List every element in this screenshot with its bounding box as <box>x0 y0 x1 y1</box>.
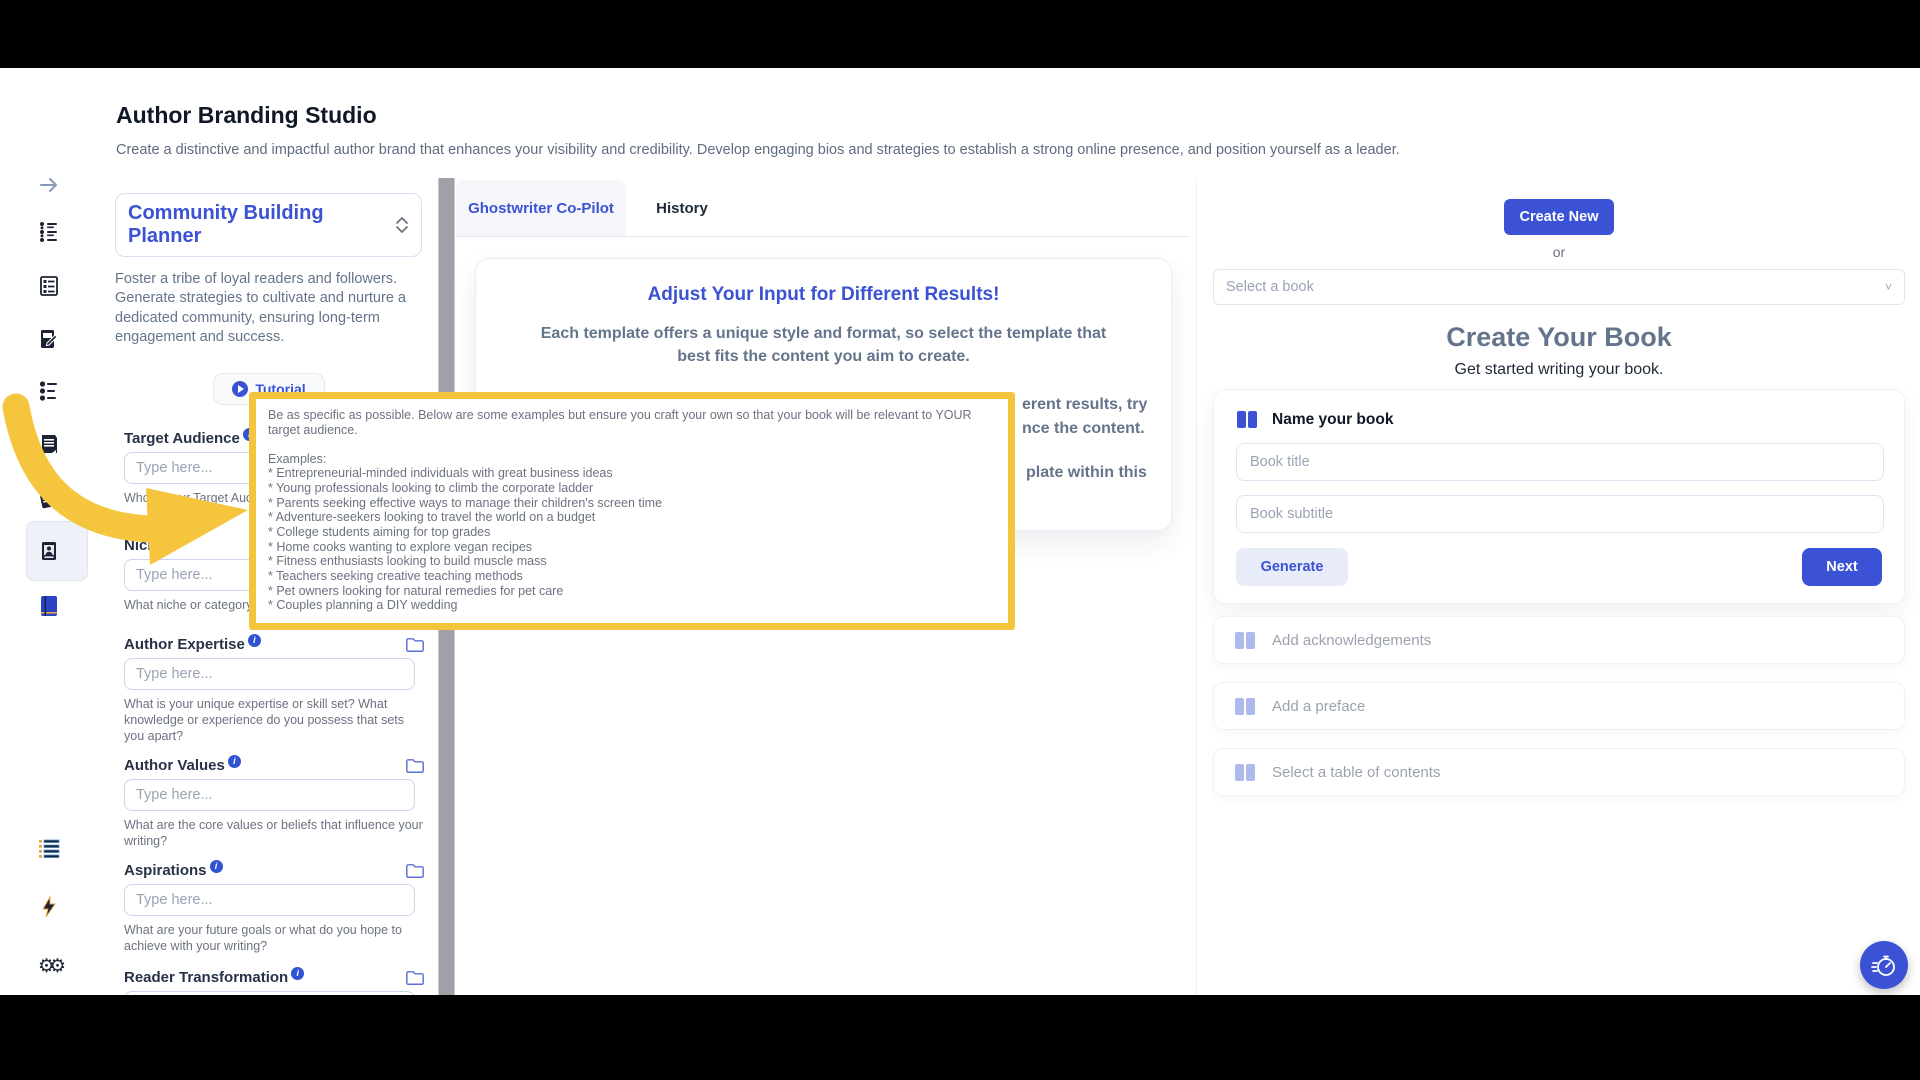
add-acknowledgements-row[interactable]: Add acknowledgements <box>1213 616 1905 664</box>
arrow-right-icon[interactable] <box>37 173 61 197</box>
author-profile-icon[interactable] <box>37 539 61 563</box>
create-your-book-subheading: Get started writing your book. <box>1454 361 1664 378</box>
letterbox-bottom <box>0 995 1920 1080</box>
book-promotion-icon[interactable] <box>37 486 61 510</box>
select-table-of-contents-row[interactable]: Select a table of contents <box>1213 748 1905 796</box>
page-title: Author Branding Studio <box>116 102 377 128</box>
info-icon[interactable]: i <box>209 859 223 873</box>
field-hint: What are your future goals or what do yo… <box>124 923 402 954</box>
tooltip-example: * Fitness enthusiasts looking to build m… <box>268 554 547 569</box>
adjust-input-body: Each template offers a unique style and … <box>540 325 1107 366</box>
select-book-placeholder: Select a book <box>1226 279 1314 295</box>
tooltip-example: * Couples planning a DIY wedding <box>268 598 458 613</box>
book-title-input[interactable] <box>1236 443 1884 481</box>
chevron-up-down-icon <box>396 217 408 233</box>
field-label: Niche <box>124 536 165 554</box>
row-label: Add acknowledgements <box>1272 631 1432 649</box>
author-expertise-input[interactable] <box>124 658 415 691</box>
notebook-icon[interactable] <box>37 432 61 456</box>
app-root: ⚙⚙ Author Branding Studio Create a disti… <box>0 0 1920 1080</box>
book-subtitle-input[interactable] <box>1236 495 1884 533</box>
field-label: Aspirations <box>124 861 207 879</box>
blue-book-icon[interactable] <box>37 594 61 618</box>
card-text-fragment: nce the content. <box>1022 420 1145 437</box>
folder-icon[interactable] <box>405 635 425 653</box>
chevron-down-icon: ˅ <box>1884 280 1892 294</box>
tooltip-example: * Entrepreneurial-minded individuals wit… <box>268 466 613 481</box>
select-book-dropdown[interactable]: Select a book ˅ <box>1213 269 1905 305</box>
letterbox-top <box>0 0 1920 68</box>
or-label: or <box>1552 244 1566 260</box>
tooltip-example: * Parents seeking effective ways to mana… <box>268 495 663 510</box>
panel-divider <box>1196 178 1197 995</box>
card-text-fragment: erent results, try <box>1022 396 1148 413</box>
info-icon[interactable]: i <box>167 534 181 548</box>
lightning-icon[interactable] <box>37 895 61 919</box>
create-new-button[interactable]: Create New <box>1504 199 1614 235</box>
sidebar: ⚙⚙ <box>0 68 98 1033</box>
tab-history[interactable]: History <box>636 180 728 236</box>
name-your-book-card: Name your book Generate Next <box>1213 389 1905 604</box>
open-book-icon <box>1234 697 1256 716</box>
author-values-input[interactable] <box>124 779 415 812</box>
book-panel: Create New or Select a book ˅ Create You… <box>1213 178 1905 995</box>
folder-icon[interactable] <box>405 861 425 879</box>
open-book-icon <box>1234 763 1256 782</box>
info-icon[interactable]: i <box>247 633 261 647</box>
field-aspirations: Aspirations i What are your future goals… <box>115 859 425 954</box>
stopwatch-icon <box>1871 955 1895 976</box>
settings-gears-icon[interactable]: ⚙⚙ <box>37 954 66 978</box>
target-audience-tooltip: Be as specific as possible. Below are so… <box>249 392 1015 630</box>
info-icon[interactable]: i <box>291 966 305 980</box>
field-hint: What is your unique expertise or skill s… <box>124 697 405 744</box>
tooltip-intro: Be as specific as possible. Below are so… <box>268 408 972 438</box>
tab-ghostwriter-co-pilot[interactable]: Ghostwriter Co-Pilot <box>456 180 626 236</box>
tooltip-example: * Teachers seeking creative teaching met… <box>268 569 523 584</box>
tooltip-example: * Home cooks wanting to explore vegan re… <box>268 539 533 554</box>
folder-icon[interactable] <box>405 756 425 774</box>
numbered-steps-icon[interactable] <box>37 379 61 403</box>
name-card-title: Name your book <box>1272 410 1394 428</box>
field-hint: What are the core values or beliefs that… <box>124 818 423 849</box>
field-reader-transformation: Reader Transformation i <box>115 966 425 995</box>
tooltip-examples-label: Examples: <box>268 451 327 466</box>
field-label: Author Values <box>124 756 225 774</box>
row-label: Select a table of contents <box>1272 763 1441 781</box>
tooltip-example: * Young professionals looking to climb t… <box>268 480 594 495</box>
aspirations-input[interactable] <box>124 884 415 917</box>
author-ranking-icon[interactable] <box>37 220 61 244</box>
field-label: Target Audience <box>124 429 240 447</box>
play-icon <box>232 381 249 398</box>
field-author-expertise: Author Expertise i What is your unique e… <box>115 633 425 744</box>
generate-button[interactable]: Generate <box>1236 548 1348 586</box>
add-preface-row[interactable]: Add a preface <box>1213 682 1905 730</box>
next-button[interactable]: Next <box>1802 548 1882 586</box>
info-icon[interactable]: i <box>227 754 241 768</box>
timer-fab-button[interactable] <box>1860 941 1908 989</box>
open-book-icon <box>1236 410 1258 429</box>
card-text-fragment: plate within this <box>1026 464 1147 481</box>
planner-select[interactable]: Community Building Planner <box>115 193 422 257</box>
row-label: Add a preface <box>1272 697 1366 715</box>
tooltip-example: * College students aiming for top grades <box>268 525 491 539</box>
open-book-icon <box>1234 631 1256 650</box>
tabbar-underline <box>456 236 1190 237</box>
field-author-values: Author Values i What are the core values… <box>115 754 425 849</box>
adjust-input-title: Adjust Your Input for Different Results! <box>647 284 1000 305</box>
template-list-icon[interactable] <box>37 274 61 298</box>
field-label: Reader Transformation <box>124 968 289 986</box>
create-your-book-heading: Create Your Book <box>1446 322 1672 352</box>
planner-select-value: Community Building Planner <box>128 202 324 247</box>
field-label: Author Expertise <box>124 635 245 653</box>
center-tabbar: Ghostwriter Co-Pilot History <box>456 180 1190 237</box>
planner-description: Foster a tribe of loyal readers and foll… <box>115 271 406 345</box>
folder-icon[interactable] <box>405 968 425 986</box>
book-edit-icon[interactable] <box>37 327 61 351</box>
tooltip-example: * Adventure-seekers looking to travel th… <box>268 510 596 525</box>
page-subtitle: Create a distinctive and impactful autho… <box>116 142 1400 158</box>
list-menu-icon[interactable] <box>37 836 61 860</box>
tooltip-example: * Pet owners looking for natural remedie… <box>268 583 564 598</box>
